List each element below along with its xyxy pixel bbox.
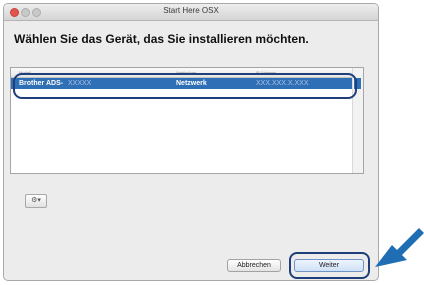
chevron-down-icon: ▾: [37, 197, 41, 204]
title-bar: Start Here OSX: [4, 4, 378, 21]
pointer-arrow-icon: [375, 228, 424, 267]
page-heading: Wählen Sie das Gerät, das Sie installier…: [14, 32, 309, 46]
row-callout-outline: [13, 73, 357, 99]
window-title: Start Here OSX: [163, 6, 219, 15]
action-menu-button[interactable]: ⚙▾: [25, 194, 47, 208]
next-callout-outline: [289, 252, 370, 279]
cancel-button[interactable]: Abbrechen: [227, 259, 281, 272]
